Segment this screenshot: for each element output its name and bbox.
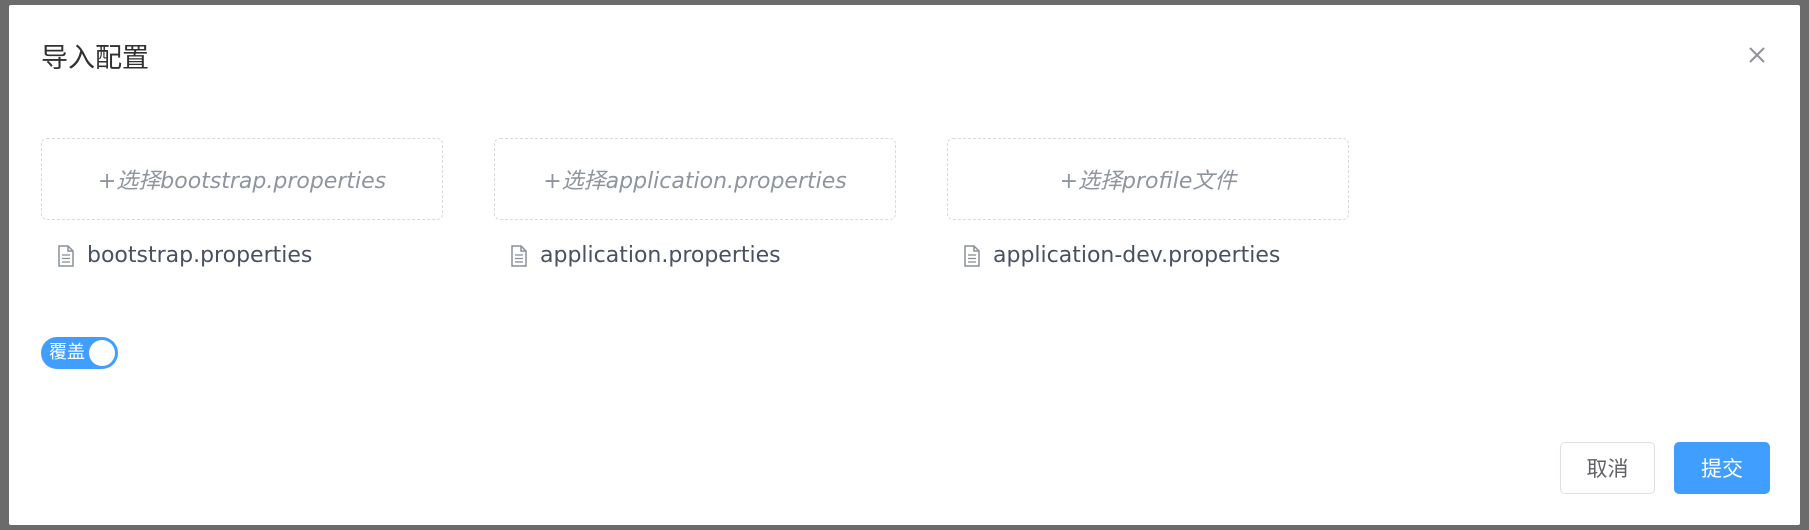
select-application-label: +选择application.properties [543,169,847,194]
uploaded-file-item[interactable]: application.properties [510,243,781,268]
select-application-button[interactable]: +选择application.properties [494,138,896,220]
uploaded-file-item[interactable]: bootstrap.properties [57,243,312,268]
upload-profile: +选择profile文件 application-dev.properties [947,138,1349,268]
select-profile-button[interactable]: +选择profile文件 [947,138,1349,220]
import-config-dialog: 导入配置 +选择bootstrap.properties bootstrap.p… [9,5,1800,525]
file-name: application-dev.properties [993,243,1281,268]
dialog-title: 导入配置 [41,43,149,74]
close-icon [1749,47,1765,63]
document-icon [511,244,527,267]
select-bootstrap-button[interactable]: +选择bootstrap.properties [41,138,443,220]
upload-bootstrap: +选择bootstrap.properties bootstrap.proper… [41,138,443,268]
file-name: bootstrap.properties [87,243,313,268]
toggle-knob [89,340,115,366]
document-icon [964,244,980,267]
document-icon [58,244,74,267]
select-profile-label: +选择profile文件 [1059,169,1237,194]
file-name: application.properties [540,243,781,268]
uploaded-file-item[interactable]: application-dev.properties [963,243,1280,268]
overwrite-toggle-label: 覆盖 [49,342,85,363]
submit-button[interactable]: 提交 [1674,442,1770,494]
overwrite-toggle[interactable]: 覆盖 [41,337,118,369]
upload-application: +选择application.properties application.pr… [494,138,896,268]
close-button[interactable] [1743,41,1771,69]
cancel-button[interactable]: 取消 [1560,442,1655,494]
select-bootstrap-label: +选择bootstrap.properties [97,169,387,194]
